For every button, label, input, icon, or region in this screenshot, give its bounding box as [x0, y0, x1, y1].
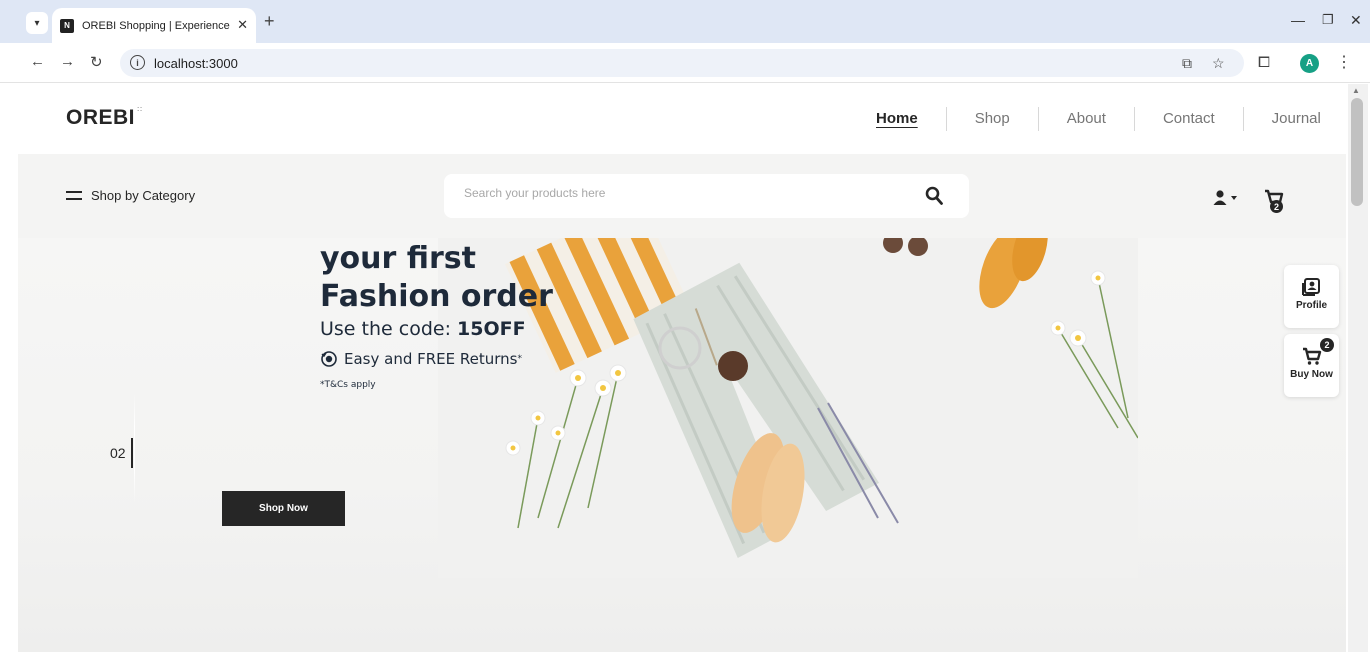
- promo-code-prefix: Use the code:: [320, 318, 458, 340]
- search-bar-row: Shop by Category 2: [18, 154, 1346, 238]
- promo-code: 15OFF: [457, 318, 526, 340]
- headline-line-1: your first: [320, 241, 476, 276]
- banner-headline: your first Fashion order: [320, 240, 553, 316]
- browser-menu-icon[interactable]: ⋮: [1336, 52, 1352, 72]
- tab-close-icon[interactable]: ✕: [237, 17, 248, 33]
- cast-icon[interactable]: ⧉: [1182, 55, 1192, 72]
- restore-icon[interactable]: ❐: [1322, 12, 1334, 28]
- cart-icon: [1302, 347, 1321, 365]
- buy-now-label: Buy Now: [1290, 369, 1333, 380]
- slider-indicator-line: [134, 393, 135, 503]
- slide-number[interactable]: 02: [110, 438, 133, 468]
- search-icon[interactable]: [925, 186, 943, 206]
- headline-line-2: Fashion order: [320, 279, 553, 314]
- hamburger-icon: [66, 191, 82, 200]
- terms-note: *T&Cs apply: [320, 380, 376, 390]
- category-label: Shop by Category: [91, 188, 196, 203]
- profile-avatar[interactable]: A: [1300, 54, 1319, 73]
- tab-title: OREBI Shopping | Experience th: [82, 19, 230, 32]
- site-info-icon[interactable]: i: [130, 55, 145, 70]
- forward-arrow-icon[interactable]: →: [60, 53, 75, 70]
- nav-about[interactable]: About: [1039, 107, 1135, 131]
- extensions-puzzle-icon[interactable]: ⧠: [1258, 54, 1270, 71]
- cart-count-badge: 2: [1270, 200, 1283, 213]
- nav-shop[interactable]: Shop: [947, 107, 1039, 131]
- web-page: OREBI:: Home Shop About Contact Journal …: [18, 84, 1346, 652]
- returns-mark: *: [517, 354, 522, 364]
- site-favicon-icon: N: [60, 18, 74, 33]
- returns-text: Easy and FREE Returns: [344, 350, 518, 368]
- new-tab-plus-icon[interactable]: +: [264, 11, 275, 32]
- scrollbar-thumb[interactable]: [1351, 98, 1363, 206]
- profile-label: Profile: [1295, 300, 1328, 311]
- window-close-icon[interactable]: ✕: [1350, 12, 1362, 29]
- bookmark-star-icon[interactable]: ☆: [1212, 55, 1225, 72]
- browser-tab-bar: ▾ N OREBI Shopping | Experience th ✕ + —…: [0, 0, 1370, 43]
- reload-icon[interactable]: ↻: [90, 53, 103, 71]
- profile-card-icon: [1301, 278, 1320, 296]
- tab-search-chevron-icon[interactable]: ▾: [26, 12, 48, 34]
- returns-line: Easy and FREE Returns *: [320, 350, 522, 368]
- promo-code-line: Use the code: 15OFF: [320, 318, 526, 340]
- browser-tab[interactable]: N OREBI Shopping | Experience th ✕: [52, 8, 256, 43]
- scroll-up-arrow-icon[interactable]: ▲: [1352, 86, 1360, 95]
- hero-banner: your first Fashion order Use the code: 1…: [18, 238, 1346, 652]
- nav-contact[interactable]: Contact: [1135, 107, 1244, 131]
- main-nav: Home Shop About Contact Journal: [848, 107, 1349, 131]
- nav-home[interactable]: Home: [848, 107, 947, 131]
- returns-icon: [321, 351, 337, 367]
- url-text: localhost:3000: [154, 56, 238, 71]
- shop-by-category-button[interactable]: Shop by Category: [66, 188, 195, 203]
- profile-side-card[interactable]: Profile: [1284, 265, 1339, 328]
- user-dropdown-icon[interactable]: [1213, 190, 1239, 206]
- logo-mark: ::: [137, 106, 143, 113]
- logo-text: OREBI: [66, 106, 136, 129]
- buy-now-side-card[interactable]: 2 Buy Now: [1284, 334, 1339, 397]
- site-logo[interactable]: OREBI::: [66, 106, 143, 130]
- search-input[interactable]: [464, 186, 904, 200]
- shop-now-button[interactable]: Shop Now: [222, 491, 345, 526]
- back-arrow-icon[interactable]: ←: [30, 53, 45, 70]
- buy-now-count-badge: 2: [1320, 338, 1334, 352]
- nav-journal[interactable]: Journal: [1244, 107, 1349, 131]
- browser-toolbar: ← → ↻ i localhost:3000 ⧉ ☆ ⧠ A ⋮: [0, 43, 1370, 83]
- address-bar[interactable]: i localhost:3000 ⧉ ☆: [120, 49, 1244, 77]
- minimize-icon[interactable]: —: [1291, 12, 1305, 28]
- site-header: OREBI:: Home Shop About Contact Journal: [18, 84, 1346, 154]
- search-box: [444, 174, 969, 218]
